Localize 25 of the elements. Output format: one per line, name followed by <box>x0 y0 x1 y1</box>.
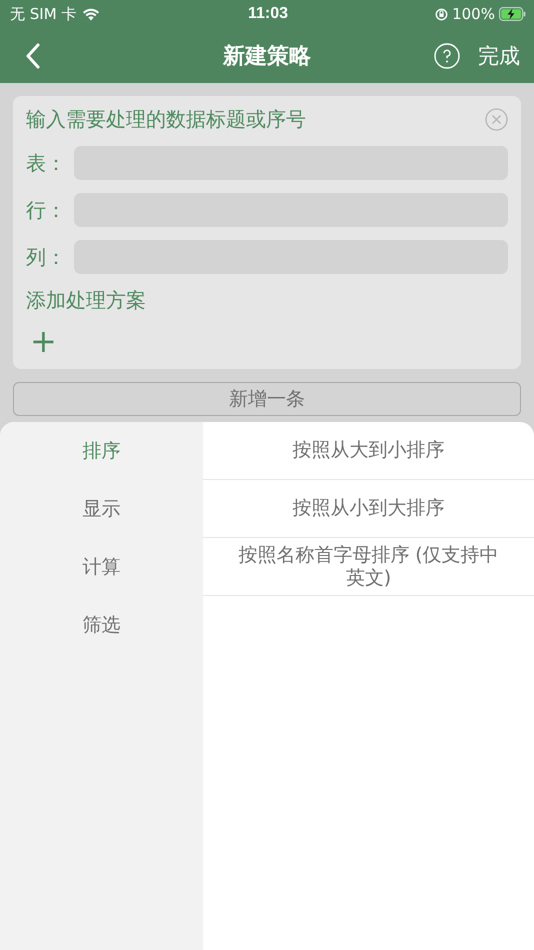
done-button[interactable]: 完成 <box>478 42 520 70</box>
battery-charging-icon <box>498 7 526 21</box>
field-label: 行： <box>26 196 64 224</box>
rotation-lock-icon <box>435 8 448 20</box>
add-entry-button[interactable]: 新增一条 <box>13 382 521 416</box>
category-tab[interactable]: 计算 <box>0 538 203 596</box>
card-heading: 输入需要处理的数据标题或序号 <box>26 106 306 133</box>
field-label: 表： <box>26 150 64 176</box>
field-label: 列： <box>26 244 64 270</box>
wifi-icon <box>82 8 100 20</box>
category-tab[interactable]: 筛选 <box>0 596 203 654</box>
page-title: 新建策略 <box>223 42 311 70</box>
close-icon[interactable] <box>485 108 508 131</box>
option-item[interactable]: 按照名称首字母排序 (仅支持中英文) <box>203 538 534 596</box>
category-tab[interactable]: 排序 <box>0 422 203 480</box>
option-item[interactable]: 按照从小到大排序 <box>203 480 534 538</box>
status-time: 11:03 <box>248 5 288 23</box>
category-tab[interactable]: 显示 <box>0 480 203 538</box>
battery-percent: 100% <box>452 5 495 23</box>
option-item[interactable]: 按照从大到小排序 <box>203 422 534 480</box>
add-plan-button[interactable]: + <box>26 327 61 355</box>
carrier-label: 无 SIM 卡 <box>10 4 76 24</box>
back-icon[interactable] <box>26 42 40 68</box>
section-label: 添加处理方案 <box>26 287 147 314</box>
help-icon[interactable] <box>434 42 460 68</box>
